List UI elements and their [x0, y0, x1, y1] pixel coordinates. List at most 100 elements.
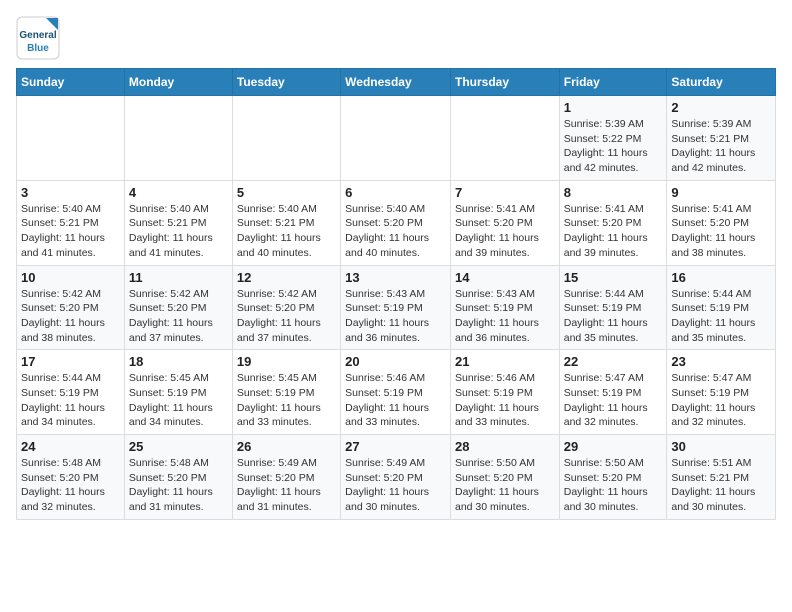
day-number: 2 [671, 100, 771, 115]
calendar-cell: 15 Sunrise: 5:44 AM Sunset: 5:19 PM Dayli… [559, 265, 667, 350]
calendar-cell: 12Sunrise: 5:42 AM Sunset: 5:20 PM Dayli… [232, 265, 340, 350]
calendar-cell: 7 Sunrise: 5:41 AM Sunset: 5:20 PM Daylig… [450, 180, 559, 265]
day-number: 23 [671, 354, 771, 369]
day-info: Sunrise: 5:43 AM Sunset: 5:19 PM Dayligh… [345, 287, 446, 346]
day-number: 14 [455, 270, 555, 285]
calendar-cell [232, 96, 340, 181]
calendar-cell: 1Sunrise: 5:39 AM Sunset: 5:22 PM Daylig… [559, 96, 667, 181]
day-number: 28 [455, 439, 555, 454]
day-info: Sunrise: 5:50 AM Sunset: 5:20 PM Dayligh… [455, 456, 555, 515]
calendar-cell: 25 Sunrise: 5:48 AM Sunset: 5:20 PM Dayli… [124, 435, 232, 520]
day-info: Sunrise: 5:39 AM Sunset: 5:22 PM Dayligh… [564, 117, 663, 176]
calendar-cell: 5 Sunrise: 5:40 AM Sunset: 5:21 PM Daylig… [232, 180, 340, 265]
day-number: 8 [564, 185, 663, 200]
weekday-header-saturday: Saturday [667, 69, 776, 96]
day-number: 19 [237, 354, 336, 369]
calendar-cell: 19 Sunrise: 5:45 AM Sunset: 5:19 PM Dayli… [232, 350, 340, 435]
day-number: 15 [564, 270, 663, 285]
day-info: Sunrise: 5:49 AM Sunset: 5:20 PM Dayligh… [237, 456, 336, 515]
day-info: Sunrise: 5:40 AM Sunset: 5:20 PM Dayligh… [345, 202, 446, 261]
calendar-cell: 27 Sunrise: 5:49 AM Sunset: 5:20 PM Dayli… [341, 435, 451, 520]
day-info: Sunrise: 5:41 AM Sunset: 5:20 PM Dayligh… [455, 202, 555, 261]
day-info: Sunrise: 5:41 AM Sunset: 5:20 PM Dayligh… [671, 202, 771, 261]
day-number: 11 [129, 270, 228, 285]
day-info: Sunrise: 5:42 AM Sunset: 5:20 PM Dayligh… [129, 287, 228, 346]
svg-text:General: General [19, 30, 56, 41]
day-info: Sunrise: 5:44 AM Sunset: 5:19 PM Dayligh… [671, 287, 771, 346]
weekday-header-wednesday: Wednesday [341, 69, 451, 96]
weekday-header-tuesday: Tuesday [232, 69, 340, 96]
calendar-cell [17, 96, 125, 181]
day-info: Sunrise: 5:42 AM Sunset: 5:20 PM Dayligh… [237, 287, 336, 346]
day-number: 24 [21, 439, 120, 454]
day-info: Sunrise: 5:47 AM Sunset: 5:19 PM Dayligh… [671, 371, 771, 430]
calendar-cell: 21 Sunrise: 5:46 AM Sunset: 5:19 PM Dayli… [450, 350, 559, 435]
day-info: Sunrise: 5:47 AM Sunset: 5:19 PM Dayligh… [564, 371, 663, 430]
day-number: 27 [345, 439, 446, 454]
calendar-cell: 10Sunrise: 5:42 AM Sunset: 5:20 PM Dayli… [17, 265, 125, 350]
calendar-week-1: 1Sunrise: 5:39 AM Sunset: 5:22 PM Daylig… [17, 96, 776, 181]
weekday-header-sunday: Sunday [17, 69, 125, 96]
calendar-cell: 13Sunrise: 5:43 AM Sunset: 5:19 PM Dayli… [341, 265, 451, 350]
weekday-header-row: SundayMondayTuesdayWednesdayThursdayFrid… [17, 69, 776, 96]
calendar-table: SundayMondayTuesdayWednesdayThursdayFrid… [16, 68, 776, 520]
calendar-cell: 6 Sunrise: 5:40 AM Sunset: 5:20 PM Daylig… [341, 180, 451, 265]
day-info: Sunrise: 5:46 AM Sunset: 5:19 PM Dayligh… [455, 371, 555, 430]
day-info: Sunrise: 5:40 AM Sunset: 5:21 PM Dayligh… [21, 202, 120, 261]
day-info: Sunrise: 5:42 AM Sunset: 5:20 PM Dayligh… [21, 287, 120, 346]
day-info: Sunrise: 5:40 AM Sunset: 5:21 PM Dayligh… [237, 202, 336, 261]
calendar-cell: 2 Sunrise: 5:39 AM Sunset: 5:21 PM Daylig… [667, 96, 776, 181]
day-number: 4 [129, 185, 228, 200]
day-number: 6 [345, 185, 446, 200]
calendar-cell [450, 96, 559, 181]
day-number: 25 [129, 439, 228, 454]
calendar-cell: 17 Sunrise: 5:44 AM Sunset: 5:19 PM Dayli… [17, 350, 125, 435]
calendar-cell: 3Sunrise: 5:40 AM Sunset: 5:21 PM Daylig… [17, 180, 125, 265]
day-number: 21 [455, 354, 555, 369]
day-info: Sunrise: 5:46 AM Sunset: 5:19 PM Dayligh… [345, 371, 446, 430]
calendar-cell: 22 Sunrise: 5:47 AM Sunset: 5:19 PM Dayli… [559, 350, 667, 435]
day-number: 20 [345, 354, 446, 369]
day-info: Sunrise: 5:50 AM Sunset: 5:20 PM Dayligh… [564, 456, 663, 515]
logo: General Blue [16, 16, 60, 60]
calendar-cell: 20 Sunrise: 5:46 AM Sunset: 5:19 PM Dayli… [341, 350, 451, 435]
weekday-header-friday: Friday [559, 69, 667, 96]
day-number: 5 [237, 185, 336, 200]
day-number: 29 [564, 439, 663, 454]
calendar-cell: 16 Sunrise: 5:44 AM Sunset: 5:19 PM Dayli… [667, 265, 776, 350]
calendar-cell: 18 Sunrise: 5:45 AM Sunset: 5:19 PM Dayli… [124, 350, 232, 435]
day-number: 16 [671, 270, 771, 285]
day-info: Sunrise: 5:51 AM Sunset: 5:21 PM Dayligh… [671, 456, 771, 515]
day-info: Sunrise: 5:45 AM Sunset: 5:19 PM Dayligh… [129, 371, 228, 430]
calendar-cell [341, 96, 451, 181]
calendar-cell: 28 Sunrise: 5:50 AM Sunset: 5:20 PM Dayli… [450, 435, 559, 520]
day-info: Sunrise: 5:43 AM Sunset: 5:19 PM Dayligh… [455, 287, 555, 346]
day-info: Sunrise: 5:44 AM Sunset: 5:19 PM Dayligh… [21, 371, 120, 430]
day-number: 17 [21, 354, 120, 369]
calendar-week-2: 3Sunrise: 5:40 AM Sunset: 5:21 PM Daylig… [17, 180, 776, 265]
day-info: Sunrise: 5:48 AM Sunset: 5:20 PM Dayligh… [21, 456, 120, 515]
day-number: 22 [564, 354, 663, 369]
calendar-cell: 4 Sunrise: 5:40 AM Sunset: 5:21 PM Daylig… [124, 180, 232, 265]
calendar-cell: 8 Sunrise: 5:41 AM Sunset: 5:20 PM Daylig… [559, 180, 667, 265]
day-info: Sunrise: 5:41 AM Sunset: 5:20 PM Dayligh… [564, 202, 663, 261]
day-info: Sunrise: 5:44 AM Sunset: 5:19 PM Dayligh… [564, 287, 663, 346]
day-info: Sunrise: 5:45 AM Sunset: 5:19 PM Dayligh… [237, 371, 336, 430]
day-number: 26 [237, 439, 336, 454]
svg-text:Blue: Blue [27, 43, 49, 54]
page-header: General Blue [16, 16, 776, 60]
day-number: 18 [129, 354, 228, 369]
calendar-cell: 11 Sunrise: 5:42 AM Sunset: 5:20 PM Dayli… [124, 265, 232, 350]
day-number: 30 [671, 439, 771, 454]
day-info: Sunrise: 5:39 AM Sunset: 5:21 PM Dayligh… [671, 117, 771, 176]
day-info: Sunrise: 5:40 AM Sunset: 5:21 PM Dayligh… [129, 202, 228, 261]
weekday-header-monday: Monday [124, 69, 232, 96]
calendar-cell: 29 Sunrise: 5:50 AM Sunset: 5:20 PM Dayli… [559, 435, 667, 520]
day-info: Sunrise: 5:48 AM Sunset: 5:20 PM Dayligh… [129, 456, 228, 515]
calendar-cell: 24 Sunrise: 5:48 AM Sunset: 5:20 PM Dayli… [17, 435, 125, 520]
day-info: Sunrise: 5:49 AM Sunset: 5:20 PM Dayligh… [345, 456, 446, 515]
day-number: 9 [671, 185, 771, 200]
calendar-cell: 14 Sunrise: 5:43 AM Sunset: 5:19 PM Dayli… [450, 265, 559, 350]
day-number: 7 [455, 185, 555, 200]
calendar-cell: 9 Sunrise: 5:41 AM Sunset: 5:20 PM Daylig… [667, 180, 776, 265]
